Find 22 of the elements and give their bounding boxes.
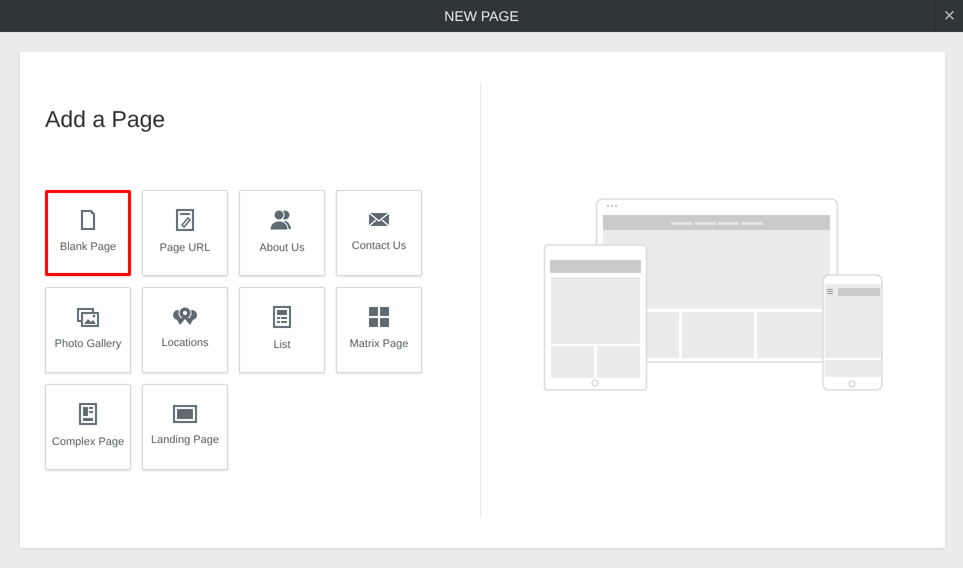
- page-type-tile[interactable]: Complex Page: [45, 384, 131, 470]
- page-heading: Add a Page: [45, 106, 166, 134]
- page-type-tile[interactable]: About Us: [239, 190, 325, 276]
- page-icon: [176, 208, 194, 231]
- page-type-tile[interactable]: Page URL: [142, 190, 228, 276]
- image-icon: [77, 306, 99, 327]
- screen-icon: [173, 404, 197, 423]
- layout-icon: [79, 402, 97, 425]
- page-type-tile[interactable]: Matrix Page: [336, 286, 422, 373]
- page-type-tile[interactable]: List: [239, 286, 325, 373]
- window-title: NEW PAGE: [444, 6, 519, 26]
- page-type-tile[interactable]: Blank Page: [45, 190, 131, 276]
- close-button[interactable]: ×: [935, 0, 963, 32]
- page-type-tile[interactable]: Contact Us: [336, 190, 422, 276]
- page-type-tile[interactable]: Locations: [142, 286, 228, 373]
- page-icon: [80, 210, 96, 230]
- page-type-tile[interactable]: Photo Gallery: [45, 286, 131, 373]
- people-icon: [270, 208, 294, 231]
- grid-icon: [369, 306, 389, 327]
- page-type-tile[interactable]: Landing Page: [142, 384, 228, 470]
- form-icon: [273, 306, 291, 328]
- pins-icon: [173, 307, 197, 326]
